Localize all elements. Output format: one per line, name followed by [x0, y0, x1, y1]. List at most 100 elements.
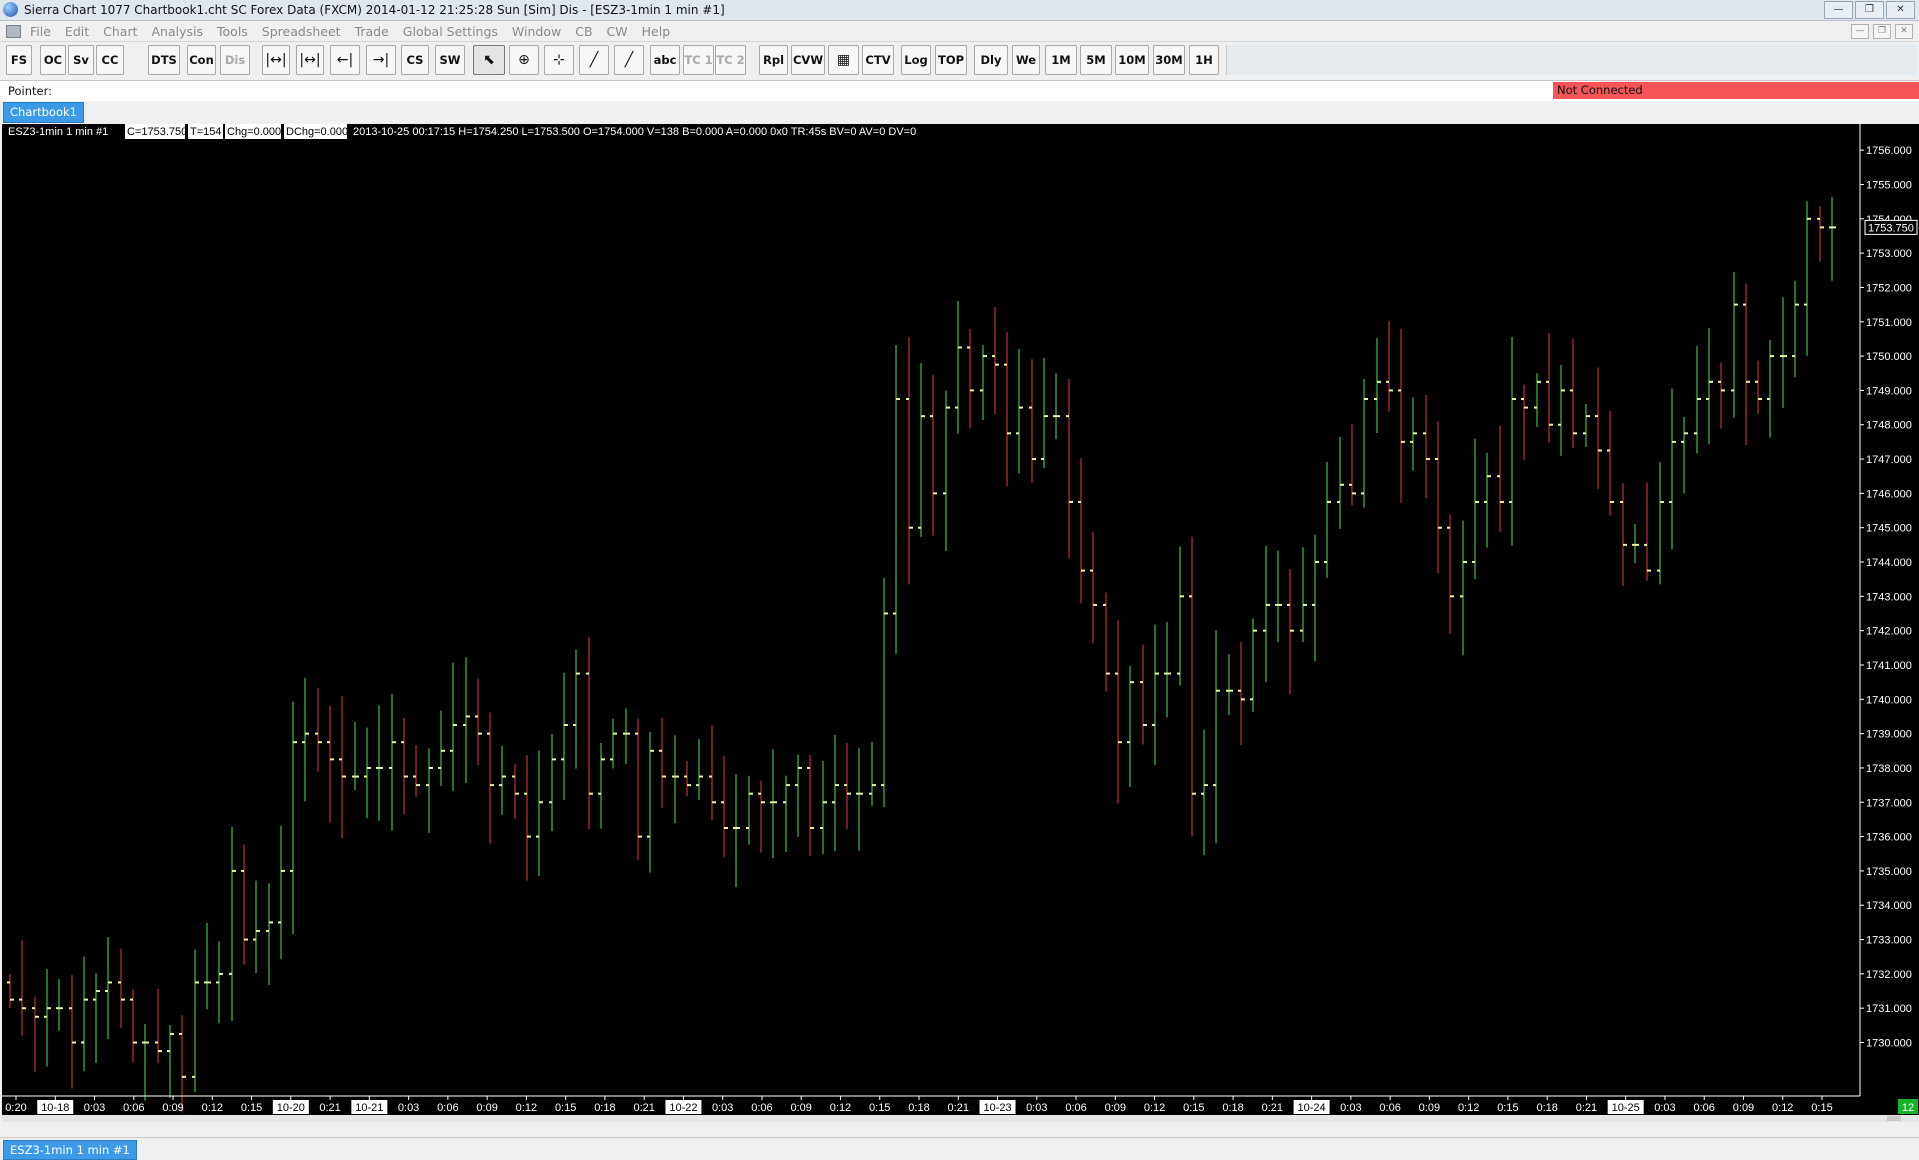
- scale-in-icon[interactable]: ←|→: [330, 45, 360, 97]
- menu-chart[interactable]: Chart: [103, 24, 137, 39]
- chart-area[interactable]: ESZ3-1min 1 min #1 C=1753.750 T=154 Chg=0.0…: [2, 124, 1919, 1122]
- menu-edit[interactable]: Edit: [65, 24, 89, 39]
- price-bar: [1078, 458, 1085, 604]
- price-bar: [967, 328, 974, 429]
- child-restore-button[interactable]: ❐: [1873, 24, 1891, 39]
- toolbar-button-top[interactable]: TOP: [935, 45, 967, 75]
- price-tick-label: 1736.000: [1866, 832, 1912, 844]
- toolbar-button-dis[interactable]: Dis: [220, 45, 250, 75]
- menu-spreadsheet[interactable]: Spreadsheet: [262, 24, 341, 39]
- toolbar-button-abc[interactable]: abc: [650, 45, 680, 75]
- price-bar: [1583, 403, 1590, 448]
- price-bar: [1570, 338, 1577, 449]
- restore-button[interactable]: ❐: [1855, 1, 1884, 19]
- menu-file[interactable]: File: [30, 24, 51, 39]
- price-bar: [167, 1025, 174, 1099]
- time-label: 0:09: [162, 1102, 183, 1114]
- toolbar-button-5m[interactable]: 5M: [1080, 45, 1112, 75]
- price-bar: [610, 718, 617, 769]
- toolbar-button-tc2[interactable]: TC 2: [715, 45, 746, 75]
- toolbar-button-cs[interactable]: CS: [401, 45, 429, 75]
- toolbar-button-sv[interactable]: Sv: [68, 45, 94, 75]
- price-bar: [980, 345, 987, 421]
- price-bar: [524, 755, 531, 881]
- app-globe-icon: [3, 2, 18, 17]
- price-bar: [229, 826, 236, 1021]
- toolbar-button-cc[interactable]: CC: [96, 45, 124, 75]
- chart-window-tabs: ESZ3-1min 1 min #1: [0, 1137, 1919, 1160]
- price-bar: [241, 844, 248, 965]
- toolbar-button-1m[interactable]: 1M: [1045, 45, 1077, 75]
- toolbar-button-dly[interactable]: Dly: [974, 45, 1008, 75]
- price-bar: [1041, 357, 1048, 468]
- time-axis[interactable]: 0:20 10-18 0:03 0:06 0:09 0:12 0:15 10-20 0:21 10…: [2, 1095, 1918, 1114]
- values-crosshair-icon[interactable]: ⊹: [544, 45, 574, 75]
- close-button[interactable]: ✕: [1886, 1, 1915, 19]
- toolbar-button-sw[interactable]: SW: [435, 45, 465, 75]
- time-label: 0:06: [437, 1102, 458, 1114]
- crosshair-icon[interactable]: ⊕: [509, 45, 539, 75]
- price-bar: [992, 307, 999, 415]
- toolbar-button-rpl[interactable]: Rpl: [759, 45, 788, 75]
- toolbar-button-tc1[interactable]: TC 1: [683, 45, 714, 75]
- menu-window[interactable]: Window: [512, 24, 561, 39]
- toolbar-button-fs[interactable]: FS: [6, 45, 32, 75]
- price-bar: [869, 741, 876, 806]
- price-bar: [709, 725, 716, 821]
- chart-window-tab[interactable]: ESZ3-1min 1 min #1: [3, 1140, 137, 1160]
- price-bar: [1632, 523, 1639, 564]
- price-bar: [352, 721, 359, 790]
- menu-help[interactable]: Help: [642, 24, 671, 39]
- price-bar: [1767, 340, 1774, 438]
- minimize-button[interactable]: —: [1824, 1, 1853, 19]
- zoom-range-icon[interactable]: |↔|: [262, 45, 290, 75]
- line-tool-icon[interactable]: ╱: [579, 45, 609, 75]
- menu-tools[interactable]: Tools: [217, 24, 248, 39]
- toolbar-button-ctv[interactable]: CTV: [862, 45, 894, 75]
- menu-global-settings[interactable]: Global Settings: [403, 24, 498, 39]
- menu-cw[interactable]: CW: [607, 24, 628, 39]
- time-label: 0:09: [476, 1102, 497, 1114]
- time-label: 0:12: [516, 1102, 537, 1114]
- price-bar: [19, 940, 26, 1036]
- price-tick-label: 1733.000: [1866, 935, 1912, 947]
- child-close-button[interactable]: ✕: [1895, 24, 1913, 39]
- scale-out-icon[interactable]: →|←: [366, 45, 396, 97]
- toolbar-button-log[interactable]: Log: [901, 45, 931, 75]
- price-axis[interactable]: 1756.0001755.0001754.0001753.0001752.000…: [1859, 124, 1918, 1096]
- price-chart[interactable]: ESZ3-1min 1 min #1 C=1753.750 T=154 Chg=0.0…: [2, 124, 1919, 1122]
- price-bar: [1300, 547, 1307, 643]
- document-icon[interactable]: [6, 25, 21, 38]
- menu-analysis[interactable]: Analysis: [152, 24, 204, 39]
- ray-tool-icon[interactable]: ╱: [614, 45, 644, 75]
- price-bar: [1213, 630, 1220, 844]
- price-bar: [1423, 394, 1430, 499]
- chartbook-tab[interactable]: Chartbook1: [3, 102, 84, 123]
- price-bar: [758, 780, 765, 853]
- price-bar: [1140, 644, 1147, 745]
- toolbar-button-oc[interactable]: OC: [40, 45, 66, 75]
- calendar-grid-icon[interactable]: ▦: [828, 45, 859, 75]
- price-bar: [1337, 436, 1344, 529]
- price-tick-label: 1735.000: [1866, 866, 1912, 878]
- child-minimize-button[interactable]: —: [1851, 24, 1869, 39]
- pointer-icon[interactable]: ⬉: [473, 45, 505, 75]
- price-bar: [1029, 359, 1036, 483]
- toolbar-button-we[interactable]: We: [1012, 45, 1040, 75]
- toolbar-button-cvw[interactable]: CVW: [791, 45, 825, 75]
- menu-cb[interactable]: CB: [575, 24, 592, 39]
- price-bar: [832, 734, 839, 852]
- zoom-in-range-icon[interactable]: |↔|: [296, 45, 324, 75]
- price-bar: [696, 739, 703, 801]
- menu-trade[interactable]: Trade: [355, 24, 389, 39]
- time-label: 0:18: [1536, 1102, 1557, 1114]
- price-bars: [7, 196, 1836, 1113]
- price-bar: [192, 949, 199, 1093]
- toolbar-button-dts[interactable]: DTS: [148, 45, 180, 75]
- toolbar-button-30m[interactable]: 30M: [1153, 45, 1185, 75]
- toolbar-button-1h[interactable]: 1H: [1189, 45, 1219, 75]
- price-bar: [647, 731, 654, 873]
- horizontal-scrollbar[interactable]: [2, 1115, 1919, 1122]
- toolbar-button-con[interactable]: Con: [187, 45, 216, 75]
- toolbar-button-10m[interactable]: 10M: [1115, 45, 1149, 75]
